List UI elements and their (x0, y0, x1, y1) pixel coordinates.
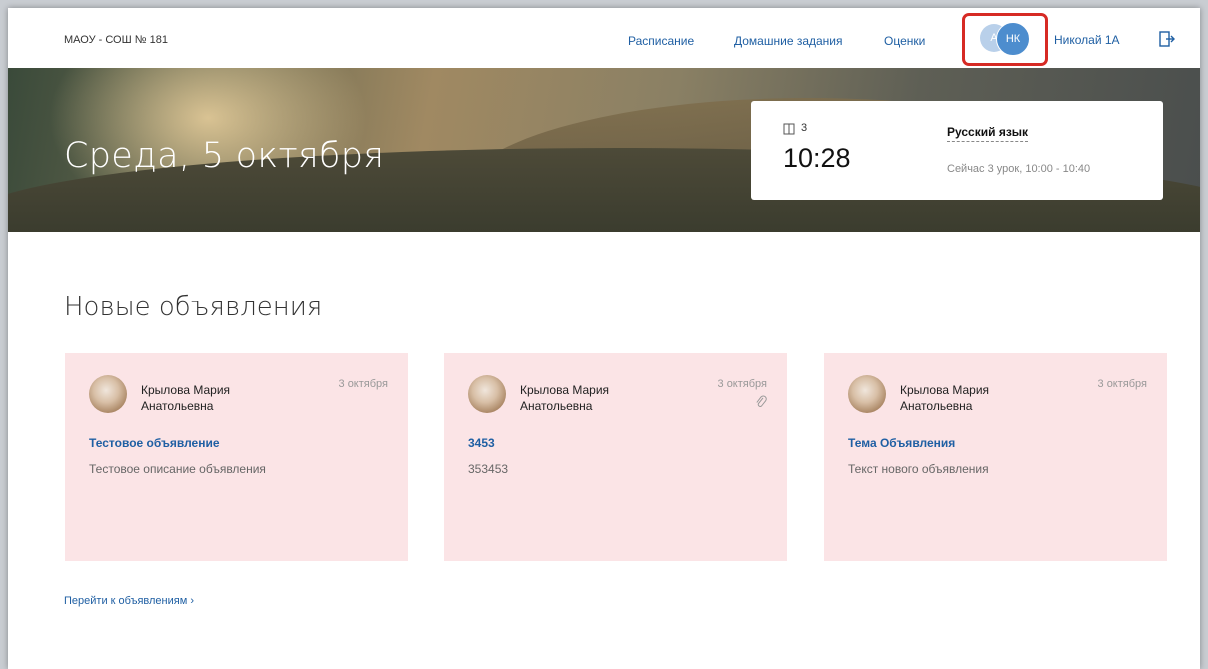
hero-banner: Среда, 5 октября 3 10:28 Русский язык Се… (8, 68, 1200, 232)
nav-grades[interactable]: Оценки (884, 34, 925, 48)
user-name[interactable]: Николай 1А (1054, 33, 1120, 47)
announcement-card[interactable]: Крылова Мария Анатольевна 3 октября Тест… (65, 353, 408, 561)
door-icon (783, 123, 795, 135)
current-date: Среда, 5 октября (64, 136, 385, 176)
announcement-date: 3 октября (1097, 378, 1147, 390)
author-name: Крылова Мария Анатольевна (520, 383, 610, 413)
author-avatar (848, 375, 886, 413)
school-name: МАОУ - СОШ № 181 (64, 34, 168, 46)
announcement-description: 353453 (468, 462, 509, 476)
announcements-title: Новые объявления (64, 292, 323, 322)
author-avatar (89, 375, 127, 413)
app-window: МАОУ - СОШ № 181 Расписание Домашние зад… (8, 8, 1200, 669)
logout-icon[interactable] (1158, 30, 1176, 48)
announcement-title[interactable]: Тема Объявления (848, 436, 955, 450)
author-name: Крылова Мария Анатольевна (141, 383, 231, 413)
paperclip-icon (756, 395, 767, 407)
current-lesson-card[interactable]: 3 10:28 Русский язык Сейчас 3 урок, 10:0… (751, 101, 1163, 200)
announcement-card[interactable]: Крылова Мария Анатольевна 3 октября Тема… (824, 353, 1167, 561)
announcement-date: 3 октября (338, 378, 388, 390)
lesson-status: Сейчас 3 урок, 10:00 - 10:40 (947, 163, 1091, 175)
announcement-description: Тестовое описание объявления (89, 462, 266, 476)
top-header: МАОУ - СОШ № 181 Расписание Домашние зад… (8, 8, 1200, 68)
announcement-date: 3 октября (717, 378, 767, 390)
all-announcements-link[interactable]: Перейти к объявлениям › (64, 595, 194, 607)
lesson-subject[interactable]: Русский язык (947, 125, 1029, 142)
announcement-title[interactable]: 3453 (468, 436, 495, 450)
author-avatar (468, 375, 506, 413)
author-name: Крылова Мария Анатольевна (900, 383, 990, 413)
highlight-box (962, 13, 1048, 66)
room-number: 3 (801, 122, 808, 134)
announcement-title[interactable]: Тестовое объявление (89, 436, 220, 450)
announcement-card[interactable]: Крылова Мария Анатольевна 3 октября 3453… (444, 353, 787, 561)
nav-homework[interactable]: Домашние задания (734, 34, 843, 48)
announcement-description: Текст нового объявления (848, 462, 989, 476)
current-time: 10:28 (783, 143, 851, 173)
nav-schedule[interactable]: Расписание (628, 34, 694, 48)
